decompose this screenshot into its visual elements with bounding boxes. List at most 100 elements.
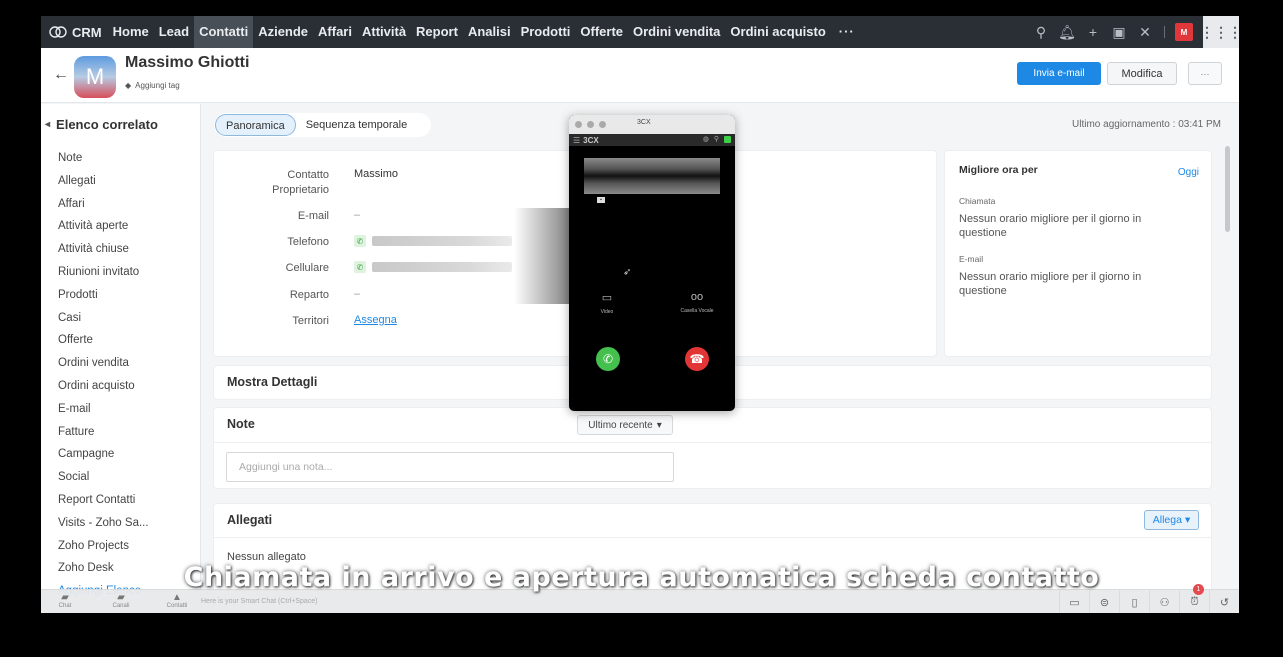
settings-icon[interactable]: ✕ [1134,16,1156,48]
3cx-status-area: ◍ ⚲ [703,135,731,143]
nav-ordini-acquisto[interactable]: Ordini acquisto [725,16,830,48]
window-maximize-button[interactable] [599,121,606,128]
record-tabs: Panoramica Sequenza temporale [214,113,432,137]
phone-icon[interactable]: ✆ [354,235,366,247]
send-email-button[interactable]: Invia e-mail [1017,62,1101,85]
sidebar-item-report-contatti[interactable]: Report Contatti [58,489,149,512]
sidebar-item-offerte[interactable]: Offerte [58,329,149,352]
sidebar-item-ordini-vendita[interactable]: Ordini vendita [58,352,149,375]
sidebar-item-fatture[interactable]: Fatture [58,421,149,444]
attach-button[interactable]: Allega ▾ [1144,510,1199,530]
nav-contatti[interactable]: Contatti [194,16,254,48]
alarm-icon[interactable]: ⏰︎ 1 [1179,584,1209,613]
answer-call-button[interactable]: ✆ [596,347,620,371]
calendar-icon[interactable]: ▣ [1108,16,1130,48]
sidebar-item-visits[interactable]: Visits - Zoho Sa... [58,512,149,535]
sidebar-item-note[interactable]: Note [58,147,149,170]
window-close-button[interactable] [575,121,582,128]
nav-lead[interactable]: Lead [154,16,194,48]
people-icon[interactable]: ⚇ [1149,590,1179,613]
related-list-sidebar: ◂ Elenco correlato Note Allegati Affari … [41,104,201,613]
user-avatar[interactable]: M [1175,23,1193,41]
contacts-icon: ▲ [172,592,182,603]
sidebar-item-casi[interactable]: Casi [58,307,149,330]
nav-ordini-vendita[interactable]: Ordini vendita [628,16,725,48]
sidebar-item-attivita-chiuse[interactable]: Attività chiuse [58,238,149,261]
history-icon[interactable]: ↺ [1209,590,1239,613]
nav-report[interactable]: Report [411,16,463,48]
contact-card-icon[interactable]: ▪ [597,197,605,203]
bottom-channels[interactable]: ▰ Canali [101,592,141,609]
mouse-cursor-icon: ➶ [623,267,632,278]
field-value[interactable]: ✆ [354,261,512,273]
3cx-titlebar[interactable]: 3CX [569,115,735,134]
divider [214,537,1211,538]
more-actions-button[interactable]: ··· [1188,62,1222,85]
nav-offerte[interactable]: Offerte [575,16,628,48]
sidebar-item-ordini-acquisto[interactable]: Ordini acquisto [58,375,149,398]
crm-logo[interactable]: CRM [41,25,108,40]
presence-status-indicator[interactable] [724,135,731,143]
show-details-title[interactable]: Mostra Dettagli [227,375,317,389]
voicemail-button[interactable]: oo Casella Vocale [667,291,727,314]
phone-icon[interactable]: ✆ [354,261,366,273]
add-tag-link[interactable]: ◆ Aggiungi tag [125,81,180,90]
notes-section: Note Ultimo recente ▾ Aggiungi una nota.… [214,408,1211,488]
nav-home[interactable]: Home [108,16,154,48]
email-best-time-text: Nessun orario migliore per il giorno in … [959,271,1142,297]
tab-sequenza-temporale[interactable]: Sequenza temporale [296,114,418,136]
bell-icon[interactable]: 🔔︎ [1056,16,1078,48]
smart-chat-hint[interactable]: Here is your Smart Chat (Ctrl+Space) [201,598,318,605]
collapse-sidebar-icon[interactable]: ◂ [45,119,50,130]
nav-aziende[interactable]: Aziende [253,16,313,48]
sidebar-item-prodotti[interactable]: Prodotti [58,284,149,307]
sidebar-item-riunioni-invitato[interactable]: Riunioni invitato [58,261,149,284]
page-scrollbar[interactable] [1225,146,1230,232]
sidebar-item-attivita-aperte[interactable]: Attività aperte [58,215,149,238]
menu-icon[interactable]: ☰ [573,136,580,145]
sidebar-item-zoho-projects[interactable]: Zoho Projects [58,535,149,558]
search-icon[interactable]: ⚲ [1030,16,1052,48]
3cx-call-window: 3CX ☰ 3CX ◍ ⚲ ▪ ➶ ▭ Video oo Casella Voc… [569,115,735,411]
nav-affari[interactable]: Affari [313,16,357,48]
sidebar-item-email[interactable]: E-mail [58,398,149,421]
add-note-input[interactable]: Aggiungi una nota... [226,452,674,482]
attach-label: Allega [1152,514,1182,526]
tab-panoramica[interactable]: Panoramica [215,114,296,136]
sidebar-item-campagne[interactable]: Campagne [58,443,149,466]
caret-down-icon: ▾ [1184,514,1191,526]
email-label: E-mail [959,254,984,264]
zoho-logo-icon [49,26,67,38]
bottom-chat[interactable]: ▰ Chat [45,592,85,609]
decline-call-button[interactable]: ☎ [685,347,709,371]
field-value[interactable]: – [354,209,360,221]
back-arrow-icon[interactable]: ← [53,66,69,84]
best-time-period-dropdown[interactable]: Oggi [1178,167,1199,178]
window-minimize-button[interactable] [587,121,594,128]
gamepad-icon[interactable]: ⊜ [1089,590,1119,613]
sidebar-item-social[interactable]: Social [58,466,149,489]
nav-attivita[interactable]: Attività [357,16,411,48]
edit-button[interactable]: Modifica [1107,62,1177,85]
field-label: E-mail [297,210,329,222]
field-value[interactable]: ✆ [354,235,512,247]
bottom-contacts[interactable]: ▲ Contatti [157,592,197,609]
video-call-button[interactable]: ▭ Video [577,291,637,315]
notes-icon[interactable]: ▯ [1119,590,1149,613]
3cx-window-title: 3CX [637,119,651,126]
screen-share-icon[interactable]: ▭ [1059,590,1089,613]
headset-icon[interactable]: ◍ [703,135,709,143]
search-icon[interactable]: ⚲ [714,135,719,143]
notes-sort-dropdown[interactable]: Ultimo recente ▾ [577,415,673,435]
assign-territory-link[interactable]: Assegna [354,314,397,326]
apps-grid-icon[interactable]: ⋮⋮⋮ [1200,16,1239,48]
field-label: Cellulare [285,262,329,274]
plus-icon[interactable]: + [1082,16,1104,48]
brand-label: CRM [72,24,102,40]
sidebar-item-affari[interactable]: Affari [58,193,149,216]
nav-prodotti[interactable]: Prodotti [516,16,576,48]
nav-more-button[interactable]: ··· [831,16,863,48]
sidebar-item-allegati[interactable]: Allegati [58,170,149,193]
divider [214,442,1211,443]
nav-analisi[interactable]: Analisi [463,16,516,48]
